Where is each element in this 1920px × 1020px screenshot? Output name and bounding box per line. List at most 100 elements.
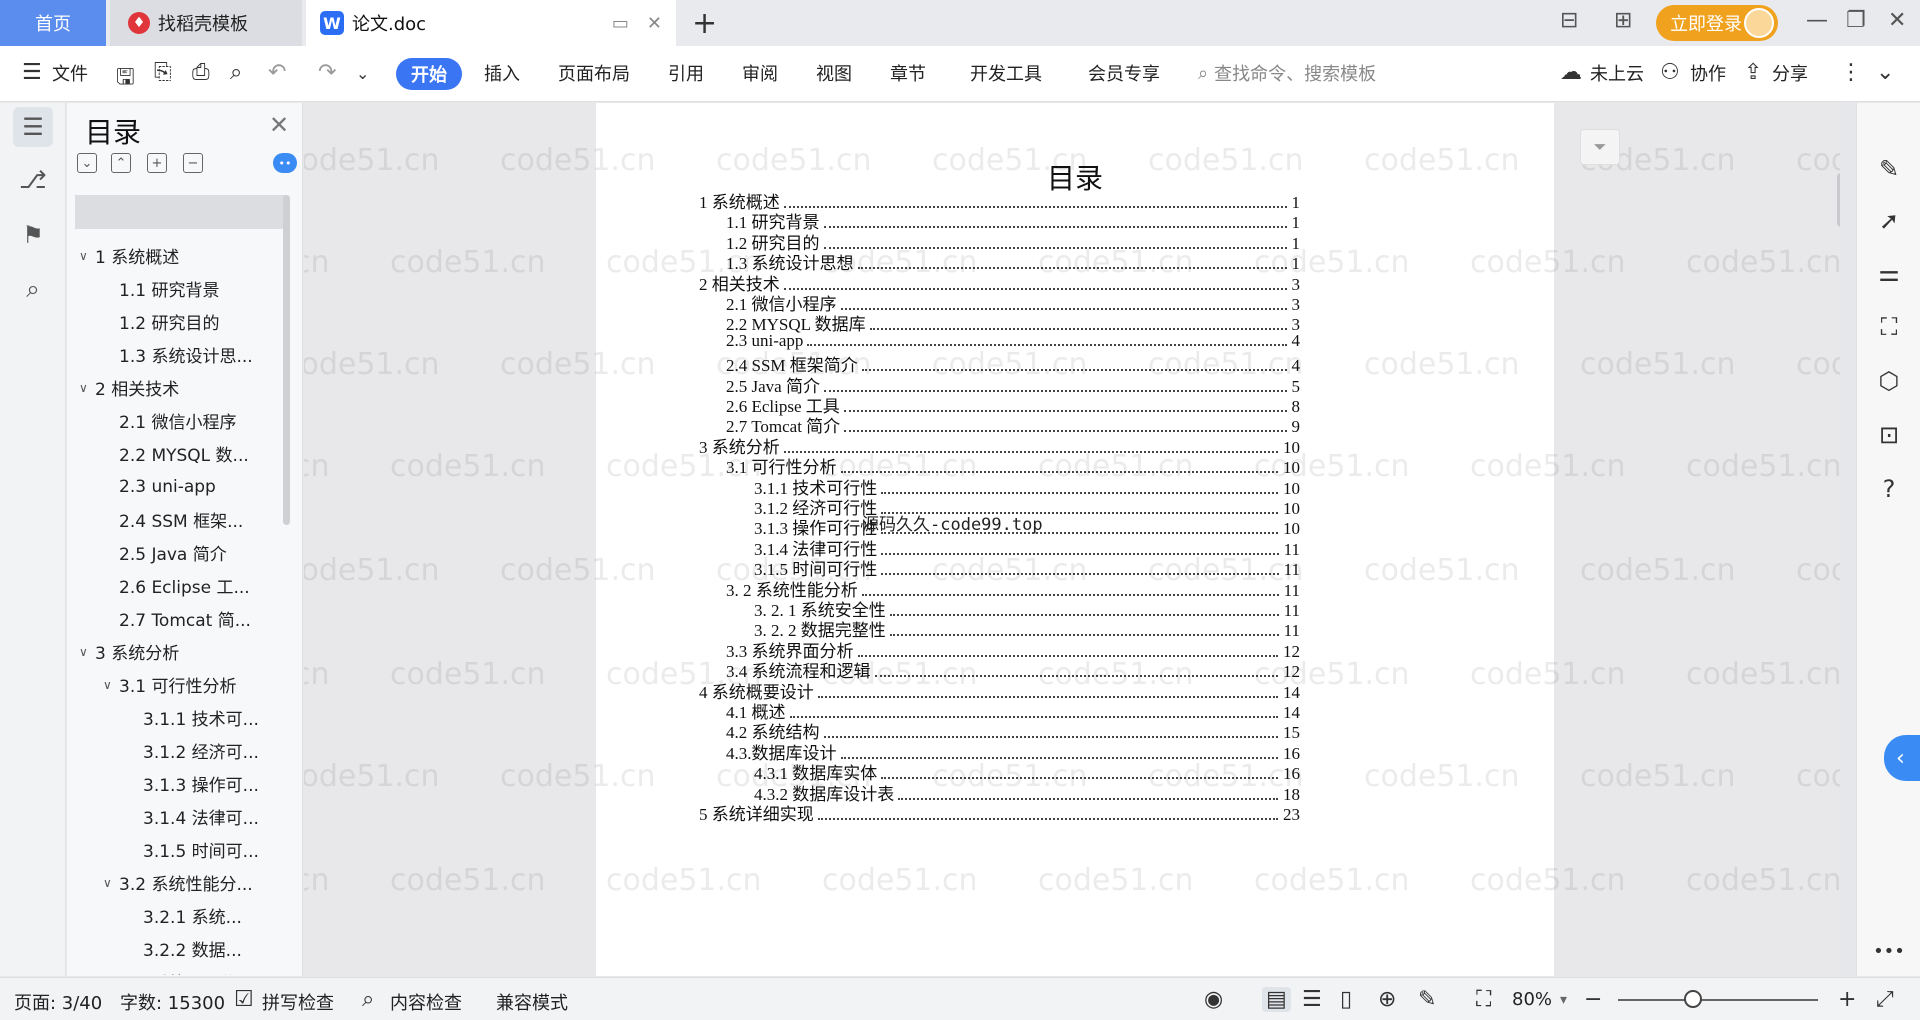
chevron-down-icon[interactable]: ∨: [79, 645, 95, 659]
tab-developer[interactable]: 开发工具: [970, 60, 1042, 86]
close-tab-icon[interactable]: ✕: [647, 13, 662, 34]
toc-panel-item[interactable]: 3.1.5 时间可...: [75, 833, 287, 866]
spell-check-button[interactable]: 拼写检查: [262, 989, 334, 1015]
more-options-icon[interactable]: •••: [1873, 935, 1905, 967]
toc-panel-item[interactable]: 3.1.2 经济可...: [75, 734, 287, 767]
chevron-down-icon[interactable]: ∨: [103, 678, 119, 692]
screen-icon[interactable]: ▭: [612, 13, 629, 34]
zoom-level[interactable]: 80%: [1512, 989, 1552, 1010]
export-icon[interactable]: ⎘: [154, 60, 172, 85]
tab-document[interactable]: W 论文.doc ▭ ✕: [306, 0, 676, 46]
toc-panel-item[interactable]: 3.3 系统界面分...: [75, 965, 287, 975]
ai-assistant-icon[interactable]: ⬡: [1873, 365, 1905, 397]
toc-panel-item[interactable]: ∨ 3.2 系统性能分...: [75, 866, 287, 899]
toc-panel-item[interactable]: 3.2.2 数据...: [75, 932, 287, 965]
close-icon[interactable]: ✕: [269, 111, 289, 139]
tab-review[interactable]: 审阅: [742, 60, 778, 86]
content-check-button[interactable]: 内容检查: [390, 989, 462, 1015]
image-tool-icon[interactable]: ⛶: [1873, 311, 1905, 343]
tab-chapter[interactable]: 章节: [890, 60, 926, 86]
expand-all-icon[interactable]: ⌄: [77, 153, 97, 173]
toc-panel-item[interactable]: 3.1.3 操作可...: [75, 767, 287, 800]
page-indicator[interactable]: 页面: 3/40: [14, 989, 102, 1015]
toc-panel-item[interactable]: 1.2 研究目的: [75, 305, 287, 338]
bookmark-icon[interactable]: ⚑: [13, 215, 53, 255]
write-view-icon[interactable]: ✎: [1418, 987, 1436, 1012]
zoom-out-icon[interactable]: −: [1584, 987, 1602, 1012]
chevron-down-icon[interactable]: ∨: [79, 249, 95, 263]
file-menu[interactable]: 文件: [52, 60, 88, 86]
print-icon[interactable]: ⎙: [192, 60, 210, 85]
toc-panel-item[interactable]: 3.1.4 法律可...: [75, 800, 287, 833]
layout-icon[interactable]: ⊟: [1560, 8, 1578, 33]
collab-button[interactable]: 协作: [1690, 60, 1726, 86]
toc-panel-item[interactable]: 3.2.1 系统...: [75, 899, 287, 932]
tab-references[interactable]: 引用: [668, 60, 704, 86]
outline-view-icon[interactable]: ☰: [1302, 987, 1322, 1012]
tab-home[interactable]: 首页: [0, 0, 106, 46]
edit-pen-icon[interactable]: ✎: [1873, 153, 1905, 185]
minimize-icon[interactable]: —: [1806, 8, 1828, 33]
chevron-down-icon[interactable]: ∨: [103, 876, 119, 890]
search-icon[interactable]: ⌕: [13, 269, 53, 309]
scroll-thumb[interactable]: [1837, 173, 1840, 227]
collapse-all-icon[interactable]: ⌃: [111, 153, 131, 173]
word-count[interactable]: 字数: 15300: [120, 989, 225, 1015]
toc-panel-item[interactable]: 1.3 系统设计思...: [75, 338, 287, 371]
toc-panel-item[interactable]: ∨ 2 相关技术: [75, 371, 287, 404]
toc-panel-item[interactable]: 2.7 Tomcat 简...: [75, 602, 287, 635]
reading-mode-icon[interactable]: ⊡: [1873, 419, 1905, 451]
toc-nav-icon[interactable]: ☰: [13, 107, 53, 147]
toc-panel-item[interactable]: 3.1.1 技术可...: [75, 701, 287, 734]
toc-panel-item[interactable]: 2.2 MYSQL 数...: [75, 437, 287, 470]
remove-heading-icon[interactable]: −: [183, 153, 203, 173]
toc-panel-item[interactable]: ∨ 3.1 可行性分析: [75, 668, 287, 701]
apps-grid-icon[interactable]: ⊞: [1614, 8, 1632, 33]
chevron-down-icon[interactable]: ∨: [79, 381, 95, 395]
save-icon[interactable]: 🖫: [116, 60, 135, 98]
fit-page-icon[interactable]: ⛶: [1476, 987, 1491, 1012]
tab-docer-templates[interactable]: ♦ 找稻壳模板: [110, 0, 302, 46]
help-icon[interactable]: ?: [1873, 473, 1905, 505]
zoom-slider-handle[interactable]: [1684, 990, 1702, 1008]
print-preview-icon[interactable]: ⌕: [230, 60, 242, 85]
undo-icon[interactable]: ↶: [268, 60, 286, 85]
eye-protection-icon[interactable]: ◉: [1204, 987, 1223, 1012]
tab-start[interactable]: 开始: [396, 58, 462, 90]
select-cursor-icon[interactable]: ➚: [1873, 205, 1905, 237]
add-heading-icon[interactable]: +: [147, 153, 167, 173]
restore-icon[interactable]: ❐: [1846, 8, 1866, 33]
redo-icon[interactable]: ↷: [318, 60, 336, 85]
share-button[interactable]: 分享: [1772, 60, 1808, 86]
page-options-icon[interactable]: ⏷: [1580, 129, 1620, 165]
toc-panel-item[interactable]: 2.3 uni-app: [75, 470, 287, 503]
new-tab-button[interactable]: +: [692, 6, 717, 41]
page-view-icon[interactable]: ▤: [1262, 987, 1291, 1012]
menu-icon[interactable]: ☰: [22, 60, 42, 85]
fullscreen-icon[interactable]: ⤢: [1876, 987, 1894, 1012]
toc-panel-item[interactable]: 1.1 研究背景: [75, 272, 287, 305]
document-toc-line[interactable]: 5 系统详细实现 23: [699, 800, 1300, 825]
tab-insert[interactable]: 插入: [484, 60, 520, 86]
chevron-left-icon[interactable]: ‹: [1884, 735, 1920, 781]
reading-view-icon[interactable]: ▯: [1340, 987, 1352, 1012]
chevron-down-icon[interactable]: ⌄: [356, 64, 369, 83]
zoom-dropdown-icon[interactable]: ▾: [1560, 992, 1567, 1008]
toc-panel-item[interactable]: 2.1 微信小程序: [75, 404, 287, 437]
command-search[interactable]: ⌕ 查找命令、搜索模板: [1198, 60, 1376, 86]
toc-scrollbar[interactable]: [283, 195, 290, 525]
vertical-scrollbar[interactable]: [1834, 103, 1840, 976]
toc-panel-item[interactable]: 2.6 Eclipse 工...: [75, 569, 287, 602]
zoom-slider[interactable]: [1618, 999, 1818, 1001]
more-icon[interactable]: ⋮: [1840, 60, 1862, 85]
settings-sliders-icon[interactable]: ⚌: [1873, 257, 1905, 289]
cloud-status[interactable]: 未上云: [1590, 60, 1644, 86]
tab-page-layout[interactable]: 页面布局: [558, 60, 630, 86]
chapter-nav-icon[interactable]: ⎇: [13, 160, 53, 200]
toc-panel-item[interactable]: ∨ 3 系统分析: [75, 635, 287, 668]
toc-panel-item[interactable]: 2.4 SSM 框架...: [75, 503, 287, 536]
toc-toggle-icon[interactable]: ••: [273, 153, 297, 173]
close-window-icon[interactable]: ✕: [1888, 8, 1906, 33]
toc-panel-item[interactable]: ∨ 1 系统概述: [75, 239, 287, 272]
tab-member[interactable]: 会员专享: [1088, 60, 1160, 86]
